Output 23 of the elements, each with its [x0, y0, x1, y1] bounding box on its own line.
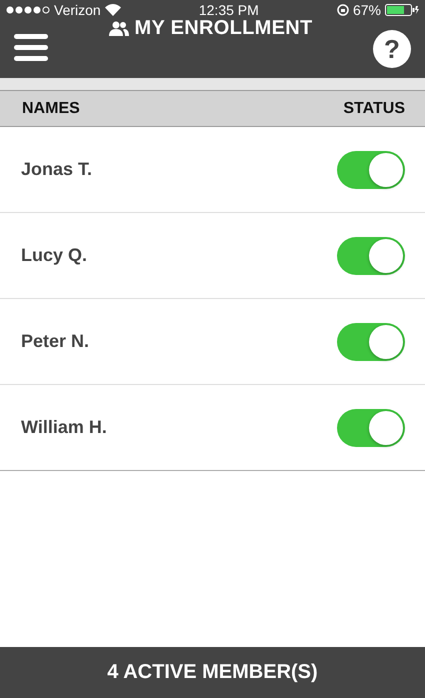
- column-header: NAMES: [22, 100, 80, 118]
- status-time: 12:35 PM: [198, 2, 259, 18]
- wifi-icon: [104, 4, 121, 16]
- help-button[interactable]: ?: [372, 30, 411, 68]
- menu-button[interactable]: [14, 34, 48, 62]
- carrier-name: Verizon: [54, 2, 101, 18]
- people-icon: [108, 20, 128, 36]
- menu-icon: [14, 34, 48, 62]
- status-toggle[interactable]: [337, 322, 405, 360]
- rotation-lock-icon: [336, 4, 349, 16]
- member-name: Peter N.: [21, 331, 90, 352]
- signal-icon: [6, 6, 50, 14]
- status-toggle[interactable]: [337, 150, 405, 188]
- active-members-count: 4 ACTIVE MEMBER(S): [107, 661, 318, 684]
- page-title: MY ENROLLMENT: [134, 17, 312, 40]
- battery-icon: [384, 4, 419, 16]
- member-name: William H.: [21, 417, 107, 438]
- column-header: STATUS: [343, 100, 405, 118]
- member-name: Jonas T.: [21, 159, 92, 180]
- battery-percent: 67%: [352, 2, 381, 18]
- status-toggle[interactable]: [337, 236, 405, 274]
- status-toggle[interactable]: [337, 408, 405, 446]
- member-name: Lucy Q.: [21, 245, 88, 266]
